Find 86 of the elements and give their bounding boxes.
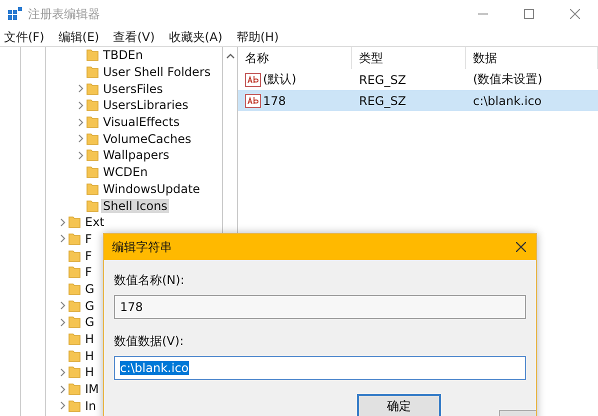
folder-icon (68, 333, 81, 346)
tree-item[interactable]: In (83, 398, 98, 413)
folder-icon (68, 300, 81, 312)
string-value-icon (245, 72, 261, 86)
folder-icon (68, 266, 81, 278)
chevron-icon[interactable] (78, 134, 84, 144)
window-title: 注册表编辑器 (28, 6, 100, 22)
chevron-icon[interactable] (60, 318, 66, 327)
tree-item[interactable]: H (83, 365, 96, 380)
folder-icon (86, 49, 99, 62)
value-name: (默认) (263, 71, 296, 88)
folder-icon (68, 282, 81, 295)
value-name: 178 (263, 94, 286, 108)
close-icon (570, 9, 580, 19)
folder-icon (68, 366, 81, 378)
scroll-up-icon[interactable] (226, 53, 234, 59)
tree-item[interactable]: UsersLibraries (101, 98, 190, 112)
tree-item[interactable]: G (83, 298, 96, 313)
chevron-icon[interactable] (60, 218, 66, 227)
column-header[interactable]: 类型 (352, 47, 466, 69)
folder-icon (86, 132, 99, 145)
field-label: 数值名称(N): (114, 272, 186, 289)
chevron-icon[interactable] (78, 150, 84, 160)
tree-item[interactable]: UsersFiles (101, 82, 165, 96)
folder-icon (68, 350, 81, 362)
folder-icon (86, 200, 99, 212)
chevron-icon[interactable] (60, 401, 66, 410)
chevron-icon[interactable] (78, 118, 84, 127)
menu-item[interactable]: 收藏夹(A) (168, 28, 222, 46)
tree-item[interactable]: Shell Icons (101, 198, 170, 213)
chevron-icon[interactable] (60, 301, 66, 310)
chevron-icon[interactable] (60, 234, 66, 244)
value-data-field[interactable]: c:\blank.ico (114, 356, 526, 380)
tree-item[interactable]: F (83, 248, 94, 263)
menu-item[interactable]: 文件(F) (4, 28, 44, 46)
dialog-title: 编辑字符串 (112, 238, 172, 256)
folder-icon (86, 182, 99, 195)
folder-icon (86, 116, 99, 128)
chevron-icon[interactable] (60, 384, 66, 394)
menu-item[interactable]: 帮助(H) (236, 28, 279, 46)
folder-icon (68, 383, 81, 396)
folder-icon (68, 316, 81, 328)
ok-button[interactable]: 确定 (357, 394, 441, 416)
value-data: (数值未设置) (473, 71, 542, 88)
tree-item[interactable]: TBDEn (101, 48, 145, 62)
tree-item[interactable]: F (83, 265, 94, 280)
tree-item[interactable]: WindowsUpdate (101, 182, 202, 196)
tree-item[interactable]: G (83, 282, 96, 296)
chevron-icon[interactable] (78, 84, 84, 94)
tree-item[interactable]: WCDEn (101, 165, 150, 180)
tree-item[interactable]: IM (83, 382, 101, 396)
folder-icon (68, 250, 81, 262)
folder-icon (68, 400, 81, 412)
folder-icon (86, 99, 99, 112)
maximize-icon (524, 9, 534, 19)
value-type: REG_SZ (359, 94, 406, 108)
tree-item[interactable]: VolumeCaches (101, 132, 194, 146)
folder-icon (86, 66, 99, 78)
registry-icon (8, 7, 22, 21)
value-row[interactable]: (默认) REG_SZ (数值未设置) (238, 69, 598, 90)
folder-icon (86, 82, 99, 95)
tree-item[interactable]: Wallpapers (101, 148, 172, 162)
value-name-field[interactable]: 178 (114, 295, 526, 319)
menu-item[interactable]: 查看(V) (113, 28, 155, 46)
tree-item[interactable]: H (83, 332, 96, 346)
tree-item[interactable]: Ext (83, 215, 106, 230)
value-type: REG_SZ (359, 72, 406, 86)
column-header[interactable]: 数据 (466, 47, 598, 69)
tree-item[interactable]: H (83, 348, 96, 363)
string-value-icon (245, 94, 261, 108)
tree-item[interactable]: F (83, 232, 94, 246)
value-data: c:\blank.ico (473, 94, 542, 108)
column-header[interactable]: 名称 (238, 47, 352, 69)
tree-item[interactable]: User Shell Folders (101, 65, 213, 80)
value-row[interactable]: 178 REG_SZ c:\blank.ico (238, 90, 598, 111)
folder-icon (86, 166, 99, 178)
folder-icon (68, 216, 81, 228)
field-label: 数值数据(V): (114, 333, 185, 350)
chevron-icon[interactable] (60, 368, 66, 377)
folder-icon (86, 149, 99, 162)
close-icon (516, 242, 526, 252)
folder-icon (68, 232, 81, 245)
tree-item[interactable]: G (83, 315, 96, 330)
menu-item[interactable]: 编辑(E) (58, 28, 100, 46)
chevron-icon[interactable] (78, 100, 84, 110)
tree-item[interactable]: VisualEffects (101, 115, 182, 130)
